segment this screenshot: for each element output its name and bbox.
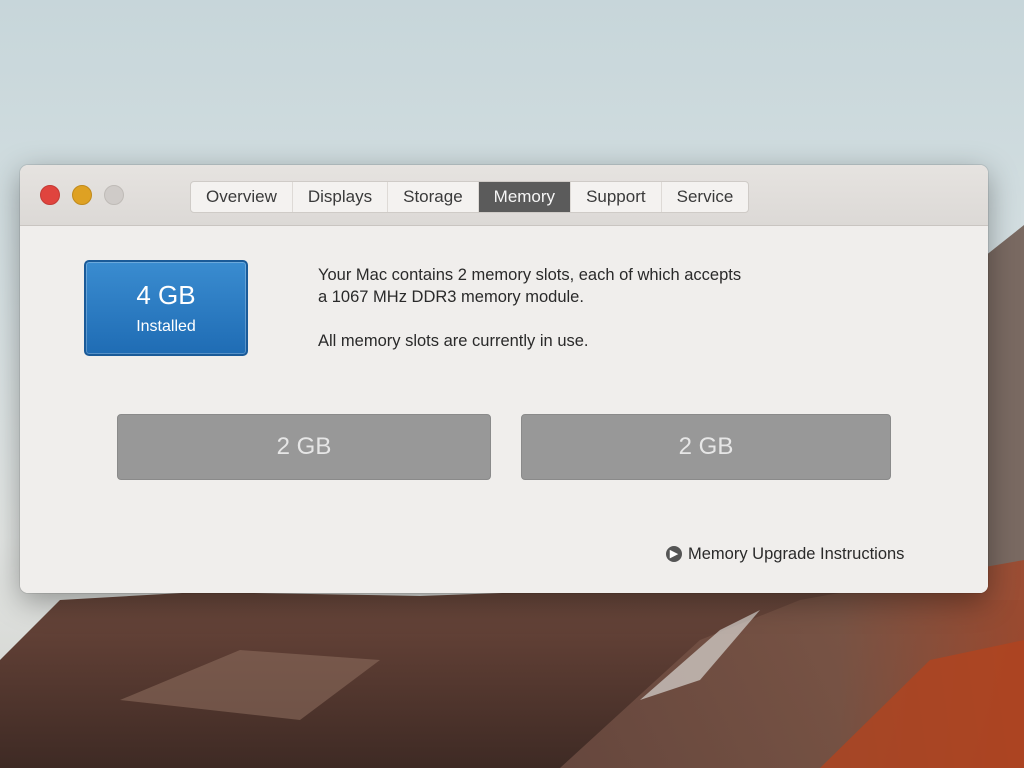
tab-overview[interactable]: Overview	[191, 182, 293, 212]
arrow-circle-right-icon: ▶	[666, 546, 682, 562]
tab-memory[interactable]: Memory	[478, 182, 572, 212]
tab-support[interactable]: Support	[571, 182, 662, 212]
memory-panel: 4 GB Installed Your Mac contains 2 memor…	[20, 226, 988, 593]
memory-upgrade-instructions-link[interactable]: ▶ Memory Upgrade Instructions	[666, 543, 904, 565]
memory-info-line-1: Your Mac contains 2 memory slots, each o…	[318, 266, 742, 284]
memory-slot-1: 2 GB	[117, 414, 491, 480]
title-bar: Overview Displays Storage Memory Support…	[20, 165, 988, 226]
memory-slots-status: All memory slots are currently in use.	[318, 332, 589, 350]
about-this-mac-window: Overview Displays Storage Memory Support…	[20, 165, 988, 593]
tab-storage[interactable]: Storage	[388, 182, 479, 212]
zoom-button[interactable]	[104, 185, 124, 205]
installed-memory-badge: 4 GB Installed	[84, 260, 248, 356]
tab-bar: Overview Displays Storage Memory Support…	[190, 181, 750, 213]
memory-info-line-2: a 1067 MHz DDR3 memory module.	[318, 288, 584, 306]
tab-service[interactable]: Service	[662, 182, 749, 212]
installed-memory-label: Installed	[136, 318, 196, 335]
memory-upgrade-instructions-label: Memory Upgrade Instructions	[688, 544, 905, 563]
tab-displays[interactable]: Displays	[293, 182, 389, 212]
installed-memory-size: 4 GB	[136, 280, 196, 310]
memory-slot-2: 2 GB	[521, 414, 891, 480]
close-button[interactable]	[40, 185, 60, 205]
minimize-button[interactable]	[72, 185, 92, 205]
